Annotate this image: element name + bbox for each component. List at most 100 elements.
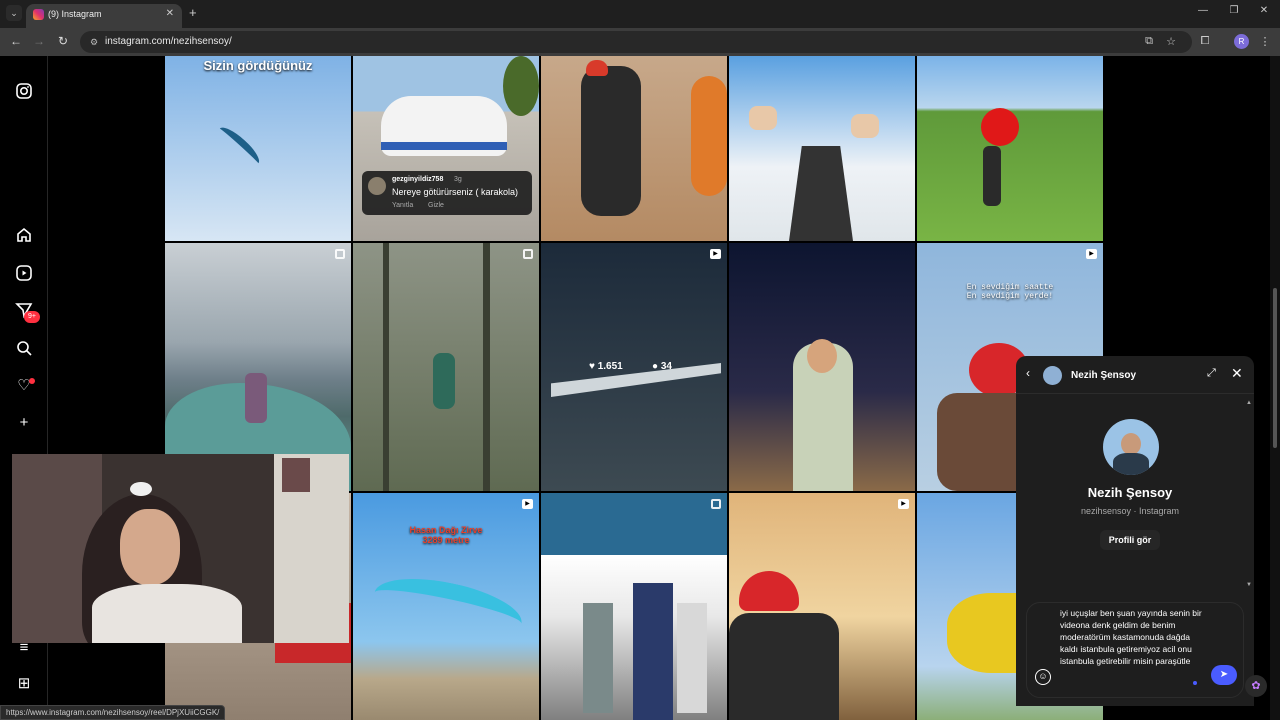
comments-count: ● 34: [652, 361, 672, 372]
chat-back-icon[interactable]: ‹: [1026, 366, 1030, 380]
extensions-icon[interactable]: ⧠: [1198, 35, 1212, 48]
message-composer[interactable]: iyi uçuşlar ben şuan yayında senin bir v…: [1026, 602, 1244, 698]
paraglider-wing: [214, 122, 264, 170]
send-icon[interactable]: ➤: [1211, 665, 1237, 685]
likes-value: 1.651: [597, 361, 623, 372]
webcam-overlay: [12, 454, 349, 643]
chat-close-icon[interactable]: ✕: [1231, 365, 1243, 382]
apps-icon[interactable]: ⊞: [14, 674, 34, 694]
comment-time: 3g: [454, 176, 462, 183]
tab-close-icon[interactable]: ✕: [166, 8, 174, 19]
hide-link[interactable]: Gizle: [428, 202, 444, 209]
post-paraglider-landing[interactable]: [917, 56, 1103, 241]
avatar-face: [1121, 433, 1141, 455]
face: [807, 339, 837, 373]
reply-link[interactable]: Yanıtla: [392, 202, 413, 209]
comments-value: 34: [660, 361, 672, 372]
red-helmet: [586, 60, 608, 76]
browser-menu-icon[interactable]: ⋮: [1258, 35, 1272, 48]
reel-icon: ▶: [898, 499, 909, 509]
reel-icon: ▶: [522, 499, 533, 509]
forward-button[interactable]: →: [31, 34, 47, 48]
status-bar-url: https://www.instagram.com/nezihsensoy/re…: [0, 705, 226, 720]
face: [120, 509, 180, 585]
new-tab-button[interactable]: +: [189, 5, 197, 20]
post-caption: En sevdiğim saatte En sevdiğim yerde!: [966, 283, 1054, 301]
post-hasan-dagi[interactable]: ▶ Hasan Dağı Zirve 3289 metre: [353, 493, 539, 720]
post-night-portrait[interactable]: [729, 243, 915, 491]
red-reserve: [981, 108, 1019, 146]
comment-popup: gezginyildiz758 3g Nereye götürürseniz (…: [362, 171, 532, 215]
red-helmet: [739, 571, 799, 611]
meta-ai-icon[interactable]: ✿: [1245, 675, 1267, 697]
browser-tab[interactable]: (9) Instagram ✕: [26, 4, 182, 28]
instagram-logo-icon[interactable]: [14, 82, 34, 102]
expand-icon[interactable]: ⤢: [1207, 367, 1216, 380]
message-input[interactable]: iyi uçuşlar ben şuan yayında senin bir v…: [1060, 607, 1210, 667]
chat-profile-subtitle: nezihsensoy · Instagram: [1080, 506, 1180, 516]
post-pilot-ground[interactable]: [541, 56, 727, 241]
tree-trunk: [383, 243, 389, 491]
install-app-icon[interactable]: ⧉: [1142, 35, 1156, 48]
post-caption: Sizin gördüğünüz: [203, 58, 313, 73]
tree-shape: [503, 56, 539, 116]
reel-icon: ▶: [1086, 249, 1097, 259]
post-award-podium[interactable]: [541, 493, 727, 720]
avatar-body: [1113, 453, 1149, 475]
hair-clip: [130, 482, 152, 496]
car-stripe: [381, 142, 507, 150]
post-foggy-forest[interactable]: [353, 243, 539, 491]
shirt: [92, 584, 242, 643]
create-plus-icon[interactable]: +: [14, 413, 34, 433]
wall-picture: [282, 458, 310, 492]
chat-scrollbar[interactable]: ▲ ▼: [1246, 400, 1252, 590]
url-text: instagram.com/nezihsensoy/: [105, 36, 232, 47]
chat-header-avatar[interactable]: [1043, 366, 1062, 385]
notification-dot: [29, 378, 35, 384]
bookmark-star-icon[interactable]: ☆: [1164, 35, 1178, 48]
post-paraglider-sky[interactable]: Sizin gördüğünüz: [165, 56, 351, 241]
commenter-avatar[interactable]: [368, 177, 386, 195]
carousel-icon: [711, 499, 721, 509]
paraglider-wing: [369, 567, 527, 649]
man-suit: [633, 583, 673, 720]
messages-badge: 9+: [24, 311, 40, 323]
post-golden-hour-flight[interactable]: ▶: [729, 493, 915, 720]
back-button[interactable]: ←: [8, 34, 24, 48]
home-icon[interactable]: [14, 226, 34, 246]
emoji-icon[interactable]: ☺: [1035, 669, 1051, 685]
browser-toolbar: ← → ↻ ⚙ instagram.com/nezihsensoy/ ⧉ ☆ ⧠…: [0, 28, 1280, 56]
chat-profile-name: Nezih Şensoy: [1087, 485, 1173, 500]
post-above-clouds[interactable]: [729, 56, 915, 241]
harness-pod: [789, 146, 853, 241]
view-profile-button[interactable]: Profili gör: [1100, 530, 1160, 550]
restore-button[interactable]: ❐: [1226, 5, 1242, 16]
chat-profile-avatar[interactable]: [1103, 419, 1159, 475]
page-scrollbar[interactable]: [1270, 56, 1280, 720]
scrollbar-thumb[interactable]: [1273, 288, 1277, 448]
hiker-figure: [433, 353, 455, 409]
minimize-button[interactable]: —: [1195, 5, 1211, 16]
post-hover-overlay: ♥ 1.651 ● 34: [541, 243, 727, 491]
window-close-button[interactable]: ✕: [1256, 5, 1272, 16]
man-grey: [583, 603, 613, 713]
carousel-icon: [523, 249, 533, 259]
reload-button[interactable]: ↻: [55, 34, 71, 48]
tab-title: (9) Instagram: [48, 9, 102, 19]
address-bar[interactable]: ⚙ instagram.com/nezihsensoy/: [80, 31, 1192, 53]
post-police-car[interactable]: gezginyildiz758 3g Nereye götürürseniz (…: [353, 56, 539, 241]
site-info-icon[interactable]: ⚙: [88, 36, 100, 48]
hand-right: [851, 114, 879, 138]
tab-search-button[interactable]: ⌄: [6, 5, 22, 21]
instagram-favicon-icon: [33, 9, 44, 20]
direct-message-panel: ‹ Nezih Şensoy ⤢ ✕ Nezih Şensoy nezihsen…: [1016, 356, 1254, 706]
post-glider-hover[interactable]: ▶ ♥ 1.651 ● 34: [541, 243, 727, 491]
man-figure: [245, 373, 267, 423]
chat-header: ‹ Nezih Şensoy ⤢ ✕: [1016, 356, 1254, 394]
chat-header-name[interactable]: Nezih Şensoy: [1071, 370, 1136, 381]
search-icon[interactable]: [14, 339, 34, 359]
browser-tab-bar: ⌄ (9) Instagram ✕ + — ❐ ✕: [0, 0, 1280, 28]
reels-icon[interactable]: [14, 264, 34, 284]
browser-profile-avatar[interactable]: R: [1234, 34, 1249, 49]
commenter-username[interactable]: gezginyildiz758: [392, 176, 443, 183]
